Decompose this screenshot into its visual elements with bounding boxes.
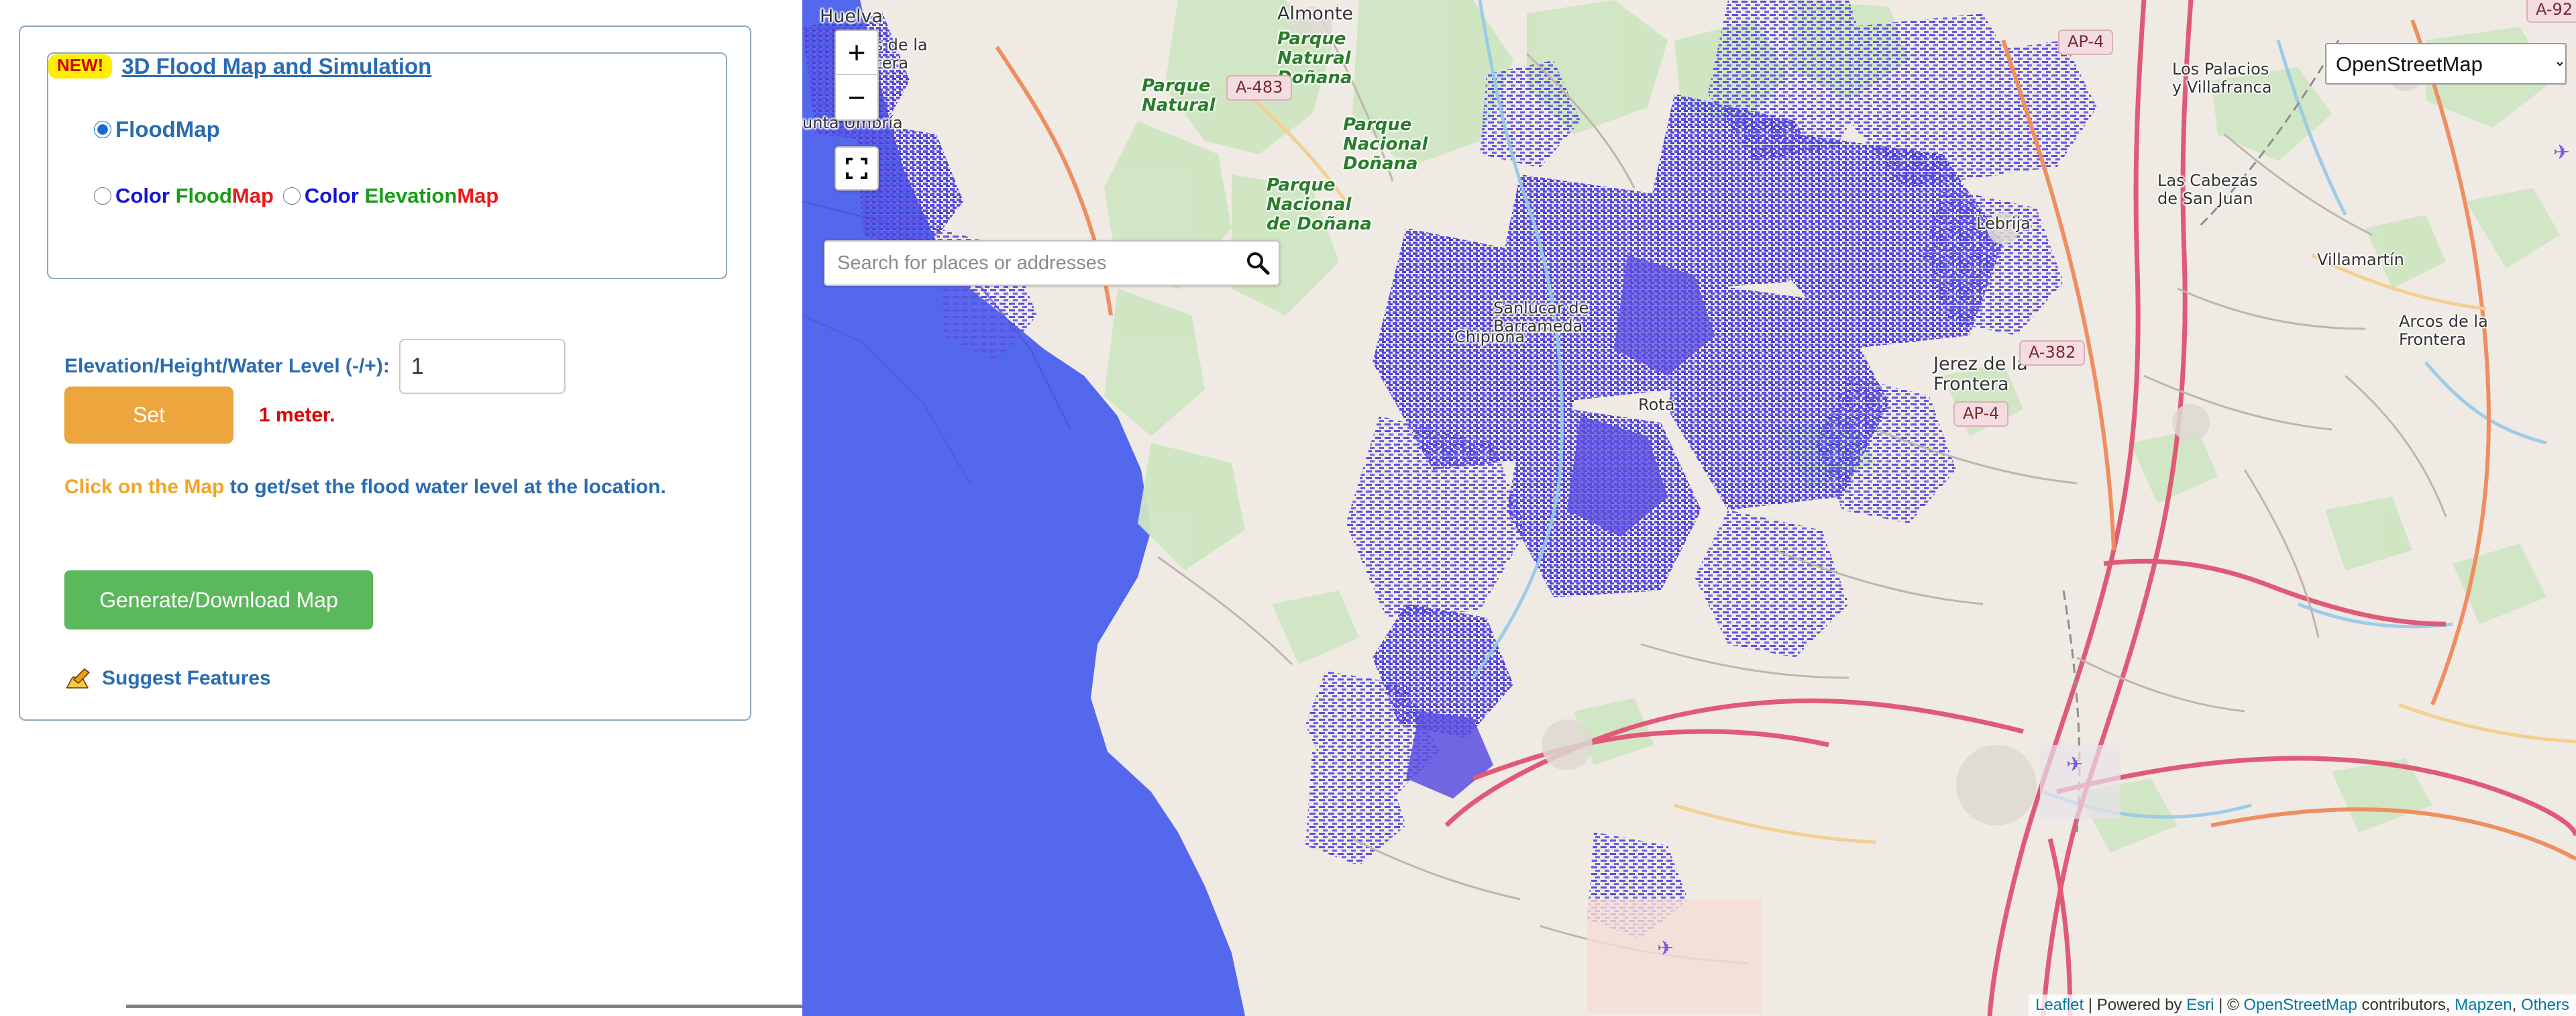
radio-floodmap-label[interactable]: FloodMap (115, 117, 220, 142)
map-attribution: Leaflet | Powered by Esri | © OpenStreet… (2029, 995, 2576, 1016)
hint-accent-text: Click on the Map (64, 476, 225, 498)
generate-download-map-button[interactable]: Generate/Download Map (64, 570, 373, 629)
basemap-select[interactable]: OpenStreetMap (2325, 43, 2567, 85)
control-panel-outer-frame: FloodMap Color FloodMap Color ElevationM… (19, 26, 751, 721)
link-3d-flood-map-simulation[interactable]: 3D Flood Map and Simulation (121, 54, 431, 79)
new-badge: NEW! (48, 54, 113, 79)
memo-pencil-icon (66, 668, 90, 689)
color-floodmap-part-map: Map (231, 184, 274, 207)
attribution-sep-3: , (2512, 996, 2521, 1014)
zoom-control[interactable]: + − (835, 30, 879, 121)
radio-color-floodmap[interactable] (94, 187, 111, 205)
search-icon (1247, 252, 1270, 275)
elevation-label: Elevation/Height/Water Level (-/+): (64, 355, 390, 377)
elevation-input[interactable] (398, 339, 566, 394)
fullscreen-button[interactable] (835, 146, 879, 191)
map-tiles (802, 0, 2576, 1016)
basemap-selector-wrap[interactable]: OpenStreetMap (2325, 43, 2567, 85)
attribution-esri-link[interactable]: Esri (2186, 996, 2214, 1014)
hint-rest-text: to get/set the flood water level at the … (224, 476, 666, 498)
map-search-box[interactable] (824, 240, 1280, 286)
radio-floodmap[interactable] (94, 121, 111, 138)
radio-options-color-row: Color FloodMap Color ElevationMap (94, 184, 498, 208)
color-floodmap-part-color: Color (115, 184, 176, 207)
set-button[interactable]: Set (64, 387, 233, 444)
new-feature-row: NEW! 3D Flood Map and Simulation (48, 54, 726, 79)
color-elevationmap-part-elevation: Elevation (364, 184, 458, 207)
floodmap-page: FloodMap Color FloodMap Color ElevationM… (0, 0, 2576, 1016)
search-input[interactable] (825, 252, 1237, 274)
zoom-out-button[interactable]: − (836, 75, 877, 119)
fullscreen-icon (846, 158, 867, 179)
set-row: Set 1 meter. (64, 387, 335, 444)
attribution-leaflet-link[interactable]: Leaflet (2035, 996, 2084, 1014)
attribution-others-link[interactable]: Others (2521, 996, 2569, 1014)
attribution-contributors: contributors, (2357, 996, 2455, 1014)
color-elevationmap-part-color: Color (304, 184, 365, 207)
attribution-mapzen-link[interactable]: Mapzen (2455, 996, 2512, 1014)
suggest-features-link[interactable]: Suggest Features (64, 664, 271, 693)
page-bottom-divider (126, 1005, 802, 1008)
control-panel: FloodMap Color FloodMap Color ElevationM… (0, 0, 802, 1016)
zoom-in-button[interactable]: + (836, 31, 877, 75)
radio-option-floodmap[interactable]: FloodMap (94, 117, 220, 142)
attribution-osm-link[interactable]: OpenStreetMap (2243, 996, 2357, 1014)
radio-color-elevationmap-label[interactable]: Color ElevationMap (305, 184, 498, 208)
color-floodmap-part-flood: Flood (175, 184, 232, 207)
search-button[interactable] (1237, 242, 1279, 285)
map-click-hint: Click on the Map to get/set the flood wa… (64, 473, 682, 502)
water-level-readout: 1 meter. (259, 403, 335, 426)
color-elevationmap-part-map: Map (457, 184, 499, 207)
radio-color-floodmap-label[interactable]: Color FloodMap (115, 184, 274, 208)
suggest-features-label: Suggest Features (102, 667, 271, 689)
radio-color-elevationmap[interactable] (282, 187, 301, 205)
attribution-sep-2: | © (2214, 996, 2244, 1014)
map-mode-frame: FloodMap Color FloodMap Color ElevationM… (47, 52, 727, 279)
elevation-row: Elevation/Height/Water Level (-/+): (64, 339, 566, 394)
attribution-powered-by: Powered by (2096, 996, 2187, 1014)
map-viewport[interactable]: HuelvaPalos de la Fronteraunta UmbríaAlm… (802, 0, 2576, 1016)
attribution-sep-1: | (2084, 996, 2097, 1014)
